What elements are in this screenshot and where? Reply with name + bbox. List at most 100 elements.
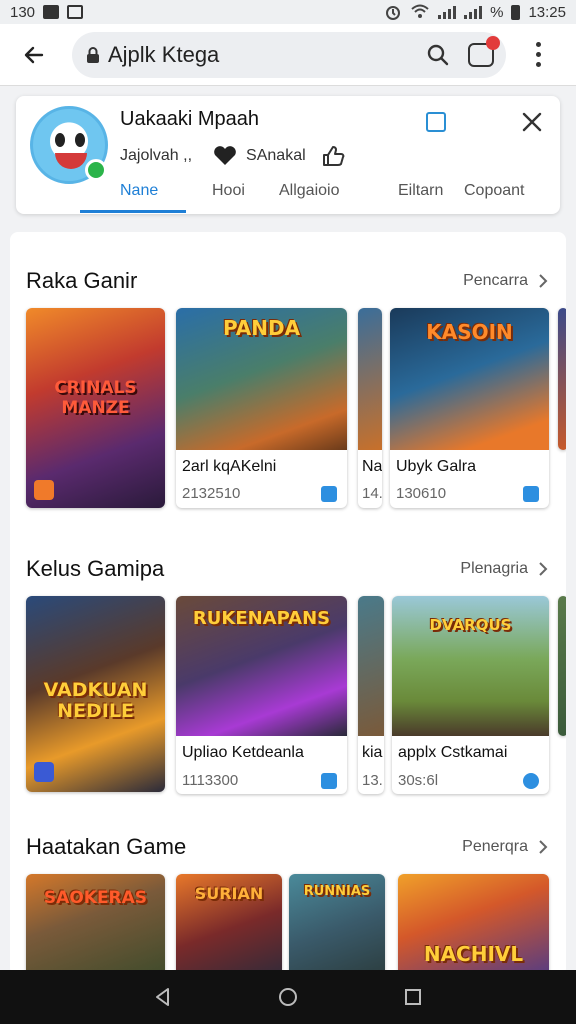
section-more-link[interactable]: Pencarra	[463, 272, 548, 290]
close-icon[interactable]	[518, 108, 546, 136]
game-tile[interactable]: Na 14.	[358, 308, 382, 508]
address-bar[interactable]: Ajplk Ktega	[72, 31, 506, 78]
game-tile[interactable]: NACHIVL	[398, 874, 549, 976]
game-tile[interactable]: RUKENAPANS Upliao Ketdeanla 1113300	[176, 596, 347, 794]
tab-copoant[interactable]: Copoant	[464, 182, 525, 200]
triangle-back-icon[interactable]	[152, 986, 174, 1008]
signal-2-icon	[464, 5, 483, 19]
game-title: Ubyk Galra	[396, 458, 477, 475]
game-tile[interactable]: VADKUAN NEDILE	[26, 596, 165, 792]
game-tile[interactable]: RUNNIAS	[289, 874, 385, 976]
game-art-title: NACHIVL	[423, 942, 524, 966]
game-meta: 14.	[362, 485, 382, 502]
game-art-title: SURIAN	[194, 884, 264, 903]
game-meta: 2132510	[182, 485, 241, 502]
chevron-right-icon	[539, 274, 548, 288]
game-art: RUKENAPANS	[176, 596, 347, 736]
game-tile[interactable]: SAOKERAS	[26, 874, 165, 976]
section-more-link[interactable]: Penerqra	[462, 838, 548, 856]
game-tile[interactable]: PANDA 2arl kqAKelni 2132510	[176, 308, 347, 508]
heart-icon	[214, 146, 236, 165]
app-subinfo: Jajolvah ,, SAnakal	[120, 144, 346, 168]
game-meta: 1113300	[182, 772, 239, 789]
browser-toolbar: Ajplk Ktega	[0, 24, 576, 86]
game-art: KASOIN	[390, 308, 549, 450]
game-art: CRINALS MANZE	[26, 308, 165, 508]
game-meta: 130610	[396, 485, 447, 502]
game-title: applx Cstkamai	[398, 744, 508, 761]
chevron-right-icon	[539, 562, 548, 576]
verified-icon	[321, 773, 337, 789]
tab-eiltarn[interactable]: Eiltarn	[398, 182, 443, 200]
active-tab-indicator	[80, 210, 186, 213]
game-art-title: VADKUAN NEDILE	[43, 679, 148, 722]
game-art	[358, 596, 384, 736]
more-vert-icon[interactable]	[516, 29, 560, 81]
game-art-title: DVARQUS	[429, 616, 512, 634]
app-subinfo-left: Jajolvah ,,	[120, 147, 193, 164]
game-meta: 30s:6l	[398, 772, 439, 789]
game-art: PANDA	[176, 308, 347, 450]
search-icon[interactable]	[426, 43, 450, 67]
game-art	[558, 596, 566, 736]
arrow-left-icon	[24, 46, 44, 63]
status-bar: 130 % 13:25	[0, 0, 576, 24]
game-art-title: KASOIN	[426, 320, 513, 344]
section-more-link[interactable]: Plenagria	[460, 560, 548, 578]
game-art: SURIAN	[176, 874, 282, 976]
alarm-icon	[386, 6, 401, 20]
app-avatar	[30, 106, 108, 184]
section-more-label: Pencarra	[463, 272, 528, 289]
lock-icon	[87, 46, 99, 63]
game-art: NACHIVL	[398, 874, 549, 976]
back-button[interactable]	[8, 29, 60, 81]
game-title: kia	[362, 744, 383, 761]
tab-allgaioio[interactable]: Allgaioio	[279, 182, 339, 200]
signal-icon	[438, 5, 457, 19]
game-tile[interactable]: kia 13.	[358, 596, 384, 794]
game-art-title: PANDA	[222, 316, 301, 340]
like-icon[interactable]	[320, 144, 346, 168]
system-nav-bar	[0, 970, 576, 1024]
game-art-title: RUNNIAS	[303, 884, 371, 899]
battery-icon	[511, 4, 521, 20]
app-subinfo-right: SAnakal	[246, 147, 306, 164]
game-tile[interactable]: SURIAN	[176, 874, 282, 976]
circle-home-icon[interactable]	[277, 986, 299, 1008]
tab-hooi[interactable]: Hooi	[212, 182, 245, 200]
game-tile[interactable]	[558, 596, 566, 736]
game-tile[interactable]: CRINALS MANZE	[26, 308, 165, 508]
verified-icon	[523, 486, 539, 502]
app-store-icon	[34, 762, 54, 782]
game-art	[358, 308, 382, 450]
wifi-icon	[411, 4, 429, 18]
game-tile[interactable]: DVARQUS applx Cstkamai 30s:6l	[392, 596, 549, 794]
game-art-title: CRINALS MANZE	[54, 378, 137, 418]
game-title: Upliao Ketdeanla	[182, 744, 304, 761]
verified-icon	[321, 486, 337, 502]
notification-icon	[67, 5, 84, 19]
section-more-label: Penerqra	[462, 838, 528, 855]
game-tile[interactable]: KASOIN Ubyk Galra 130610	[390, 308, 549, 508]
gallery-notification-icon	[43, 5, 60, 19]
game-tile[interactable]	[558, 308, 566, 450]
section-title: Haatakan Game	[26, 834, 187, 859]
bookmark-icon[interactable]	[426, 112, 446, 132]
section-title: Kelus Gamipa	[26, 556, 165, 581]
status-time: 13:25	[528, 3, 566, 21]
tabs-icon[interactable]	[468, 35, 500, 67]
game-art: SAOKERAS	[26, 874, 165, 976]
status-left-text: 130	[10, 3, 36, 21]
app-tabs: Nane Hooi Allgaioio Eiltarn Copoant	[16, 180, 560, 214]
url-text: Ajplk Ktega	[108, 41, 220, 67]
section-more-label: Plenagria	[460, 560, 528, 577]
square-recent-icon[interactable]	[402, 986, 424, 1008]
game-art	[558, 308, 566, 450]
tab-nane[interactable]: Nane	[120, 182, 158, 200]
game-title: 2arl kqAKelni	[182, 458, 277, 475]
game-art: RUNNIAS	[289, 874, 385, 976]
tabs-badge	[486, 35, 500, 50]
content-card: Raka Ganir Pencarra CRINALS MANZE PANDA …	[10, 232, 566, 976]
game-art-title: RUKENAPANS	[192, 608, 331, 629]
game-art: DVARQUS	[392, 596, 549, 736]
